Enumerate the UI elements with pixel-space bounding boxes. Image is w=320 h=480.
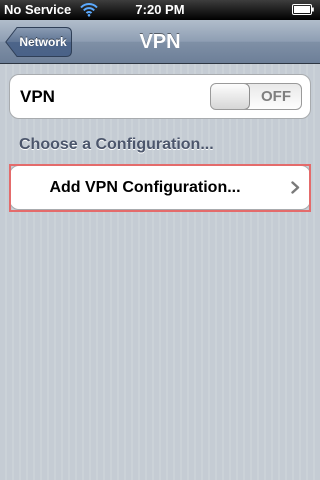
section-header: Choose a Configuration... — [19, 136, 214, 153]
chevron-right-icon — [291, 181, 300, 194]
page-title: VPN — [139, 31, 181, 53]
status-bar: No Service 7:20 PM — [0, 0, 320, 20]
toggle-knob[interactable] — [211, 84, 250, 109]
back-button[interactable]: Network — [5, 27, 72, 57]
battery-icon — [292, 4, 314, 15]
vpn-toggle[interactable]: OFF — [210, 83, 302, 110]
toggle-state-label: OFF — [261, 88, 291, 105]
add-vpn-configuration-label: Add VPN Configuration... — [49, 179, 241, 196]
vpn-toggle-row: VPN OFF — [9, 74, 311, 119]
vpn-label: VPN — [20, 87, 55, 106]
navigation-bar: Network VPN — [0, 20, 320, 64]
back-button-label: Network — [19, 35, 67, 49]
clock: 7:20 PM — [135, 2, 185, 17]
add-vpn-configuration-row[interactable]: Add VPN Configuration... — [9, 165, 311, 210]
